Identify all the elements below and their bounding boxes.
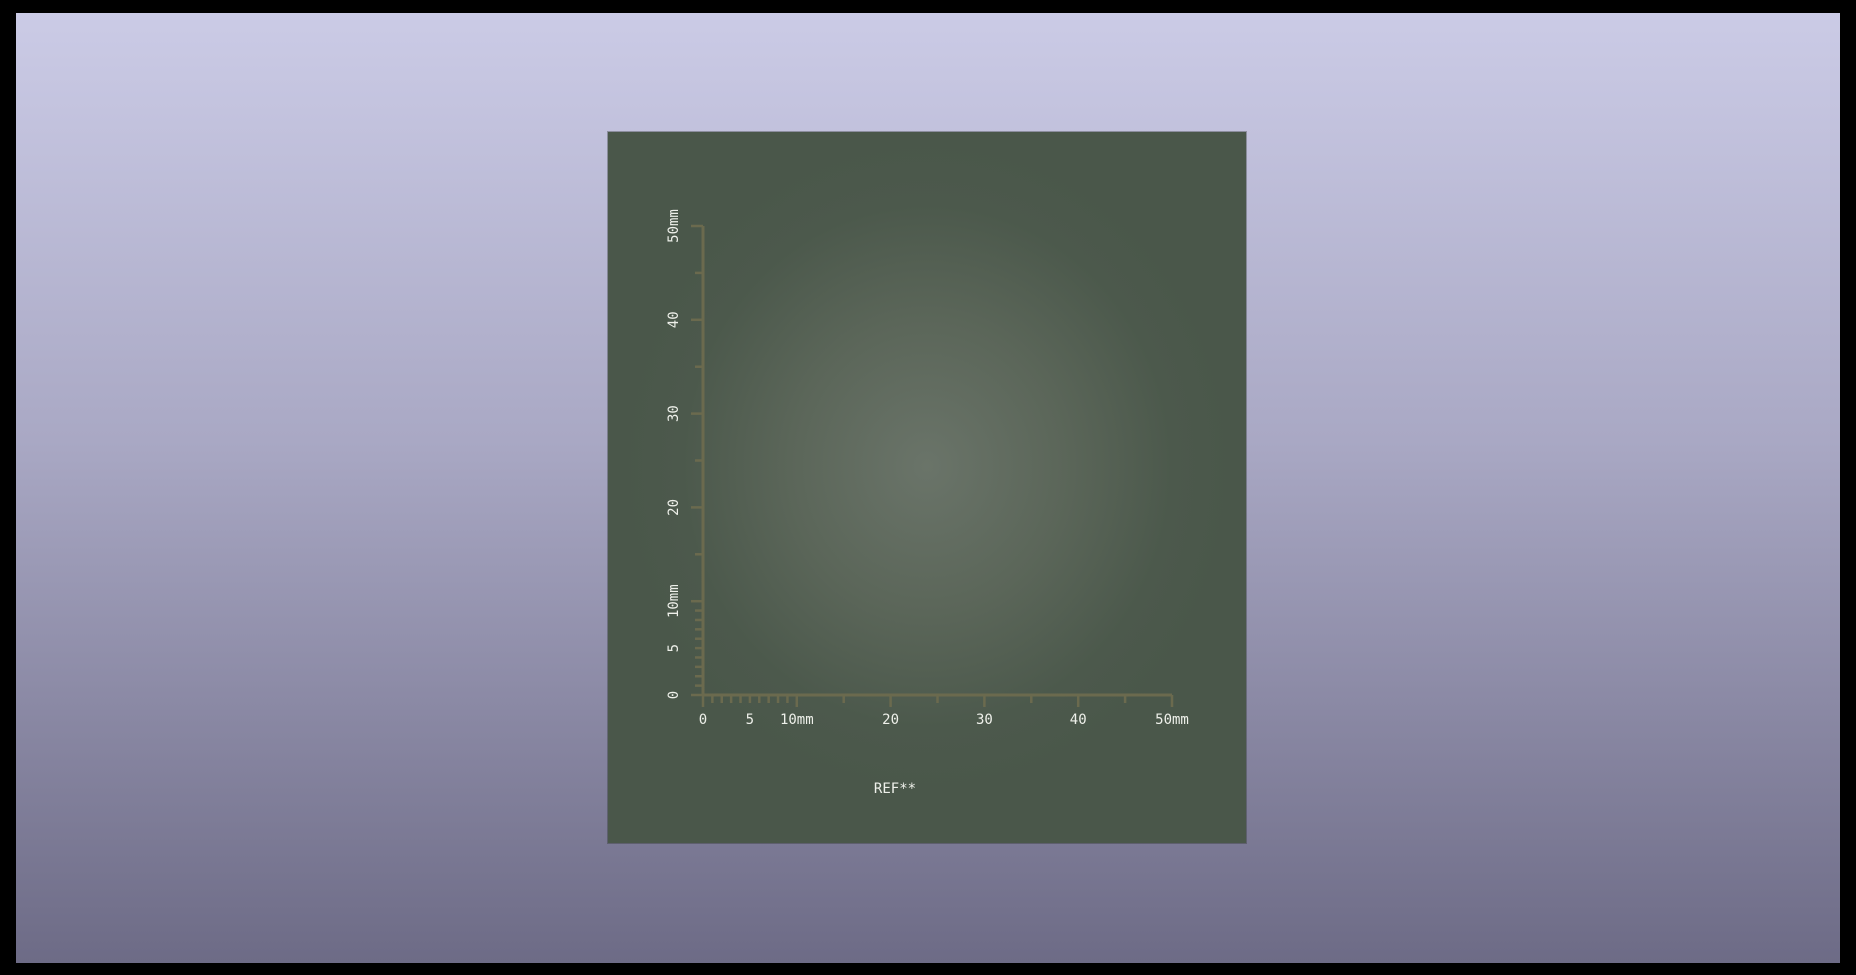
x-ruler-labels: 0 5 10mm 20 30 40 50mm — [699, 712, 1189, 728]
x-ruler-label: 30 — [976, 712, 993, 728]
x-ruler-label: 10mm — [780, 712, 814, 728]
x-ruler-label: 50mm — [1155, 712, 1189, 728]
footprint-reference-label: REF** — [874, 781, 916, 797]
ruler-graphic: 0 5 10mm 20 30 40 50mm 0 5 10mm 20 30 40 50mm REF** — [666, 209, 1189, 797]
y-ruler-label: 40 — [666, 311, 682, 328]
viewport-frame: 0 5 10mm 20 30 40 50mm 0 5 10mm 20 30 40 50mm REF** — [0, 0, 1856, 975]
x-ruler-label: 40 — [1070, 712, 1087, 728]
y-ruler-label: 0 — [666, 691, 682, 699]
3d-viewport[interactable]: 0 5 10mm 20 30 40 50mm 0 5 10mm 20 30 40 50mm REF** — [16, 13, 1840, 963]
x-ruler-ticks — [701, 695, 1174, 707]
y-ruler-label: 30 — [666, 405, 682, 422]
y-ruler-label: 50mm — [666, 209, 682, 243]
x-ruler-label: 0 — [699, 712, 707, 728]
y-ruler-labels: 0 5 10mm 20 30 40 50mm — [666, 209, 682, 699]
y-ruler-label: 20 — [666, 499, 682, 516]
x-ruler-label: 5 — [746, 712, 754, 728]
y-ruler-ticks — [691, 224, 703, 697]
x-ruler-label: 20 — [882, 712, 899, 728]
y-ruler-label: 10mm — [666, 584, 682, 618]
y-ruler-label: 5 — [666, 644, 682, 652]
pcb-board[interactable]: 0 5 10mm 20 30 40 50mm 0 5 10mm 20 30 40 50mm REF** — [608, 132, 1246, 843]
